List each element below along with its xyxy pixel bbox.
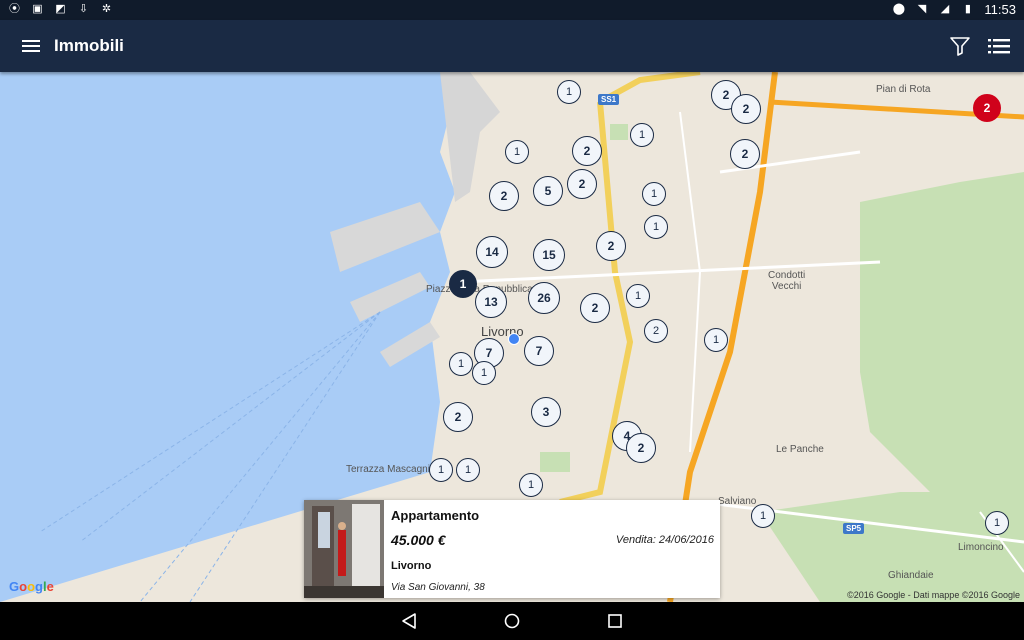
selected-map-marker[interactable]: 1 <box>449 270 477 298</box>
map-cluster-marker[interactable]: 1 <box>642 182 666 206</box>
listing-photo <box>304 500 384 598</box>
map-cluster-marker[interactable]: 1 <box>985 511 1009 535</box>
map-cluster-marker[interactable]: 1 <box>630 123 654 147</box>
map-label: Salviano <box>718 496 757 507</box>
red-map-marker[interactable]: 2 <box>973 94 1001 122</box>
filter-icon[interactable] <box>948 34 972 58</box>
map-cluster-marker[interactable]: 2 <box>644 319 668 343</box>
map-cluster-marker[interactable]: 26 <box>528 282 560 314</box>
map-cluster-marker[interactable]: 2 <box>596 231 626 261</box>
map-label: Ghiandaie <box>888 570 934 581</box>
location-notification-icon: ⦿ <box>9 3 20 15</box>
signal-icon: ◢ <box>940 3 950 15</box>
sync-icon: ✲ <box>101 3 112 15</box>
map-copyright: ©2016 Google - Dati mappe ©2016 Google <box>847 590 1020 600</box>
download-icon: ⇩ <box>78 3 89 15</box>
map-cluster-marker[interactable]: 2 <box>730 139 760 169</box>
map-label: Condotti Vecchi <box>768 270 806 292</box>
map-cluster-marker[interactable]: 1 <box>456 458 480 482</box>
map-cluster-marker[interactable]: 2 <box>443 402 473 432</box>
map-cluster-marker[interactable]: 13 <box>475 286 507 318</box>
road-shield: SP5 <box>843 523 865 534</box>
map-cluster-marker[interactable]: 2 <box>626 433 656 463</box>
home-icon[interactable] <box>503 612 521 630</box>
map-cluster-marker[interactable]: 1 <box>519 473 543 497</box>
recents-icon[interactable] <box>606 612 624 630</box>
app-notification-icon: ◩ <box>55 3 66 15</box>
map-cluster-marker[interactable]: 1 <box>505 140 529 164</box>
my-location-dot <box>508 333 520 345</box>
map-label: Limoncino <box>958 542 1004 553</box>
map-cluster-marker[interactable]: 1 <box>704 328 728 352</box>
map-cluster-marker[interactable]: 5 <box>533 176 563 206</box>
map-cluster-marker[interactable]: 1 <box>751 504 775 528</box>
listing-price: 45.000 € <box>391 532 446 548</box>
battery-icon: ▮ <box>964 3 971 15</box>
map-cluster-marker[interactable]: 3 <box>531 397 561 427</box>
clock: 11:53 <box>984 2 1016 17</box>
map-cluster-marker[interactable]: 2 <box>580 293 610 323</box>
map-label: Terrazza Mascagni <box>346 464 430 475</box>
map-cluster-marker[interactable]: 7 <box>524 336 554 366</box>
status-bar: ⦿ ▣ ◩ ⇩ ✲ ⬤ ◥ ◢ ▮ 11:53 <box>0 0 1024 20</box>
map-cluster-marker[interactable]: 1 <box>449 352 473 376</box>
map-cluster-marker[interactable]: 2 <box>489 181 519 211</box>
map-cluster-marker[interactable]: 15 <box>533 239 565 271</box>
map-cluster-marker[interactable]: 1 <box>557 80 581 104</box>
app-bar: Immobili <box>0 20 1024 72</box>
google-logo: Google <box>9 579 54 594</box>
map-cluster-marker[interactable]: 1 <box>626 284 650 308</box>
image-notification-icon: ▣ <box>32 3 43 15</box>
back-icon[interactable] <box>400 612 418 630</box>
map-cluster-marker[interactable]: 2 <box>731 94 761 124</box>
road-shield: SS1 <box>598 94 620 105</box>
listing-card[interactable]: Appartamento 45.000 € Vendita: 24/06/201… <box>304 500 720 598</box>
map-cluster-marker[interactable]: 1 <box>429 458 453 482</box>
map-cluster-marker[interactable]: 2 <box>567 169 597 199</box>
wifi-icon: ◥ <box>917 3 927 15</box>
listing-type: Appartamento <box>391 508 480 523</box>
list-view-icon[interactable] <box>988 36 1010 56</box>
map-cluster-marker[interactable]: 2 <box>572 136 602 166</box>
menu-icon[interactable] <box>22 37 40 55</box>
listing-city: Livorno <box>391 560 432 572</box>
listing-address: Via San Giovanni, 38 <box>391 582 485 593</box>
map-label: Le Panche <box>776 444 824 455</box>
listing-date: Vendita: 24/06/2016 <box>615 534 714 546</box>
gps-icon: ⬤ <box>892 3 906 15</box>
map-cluster-marker[interactable]: 14 <box>476 236 508 268</box>
map-label: Pian di Rota <box>876 84 931 95</box>
map-cluster-marker[interactable]: 1 <box>472 361 496 385</box>
map-cluster-marker[interactable]: 1 <box>644 215 668 239</box>
system-nav-bar <box>0 602 1024 640</box>
page-title: Immobili <box>54 36 124 55</box>
